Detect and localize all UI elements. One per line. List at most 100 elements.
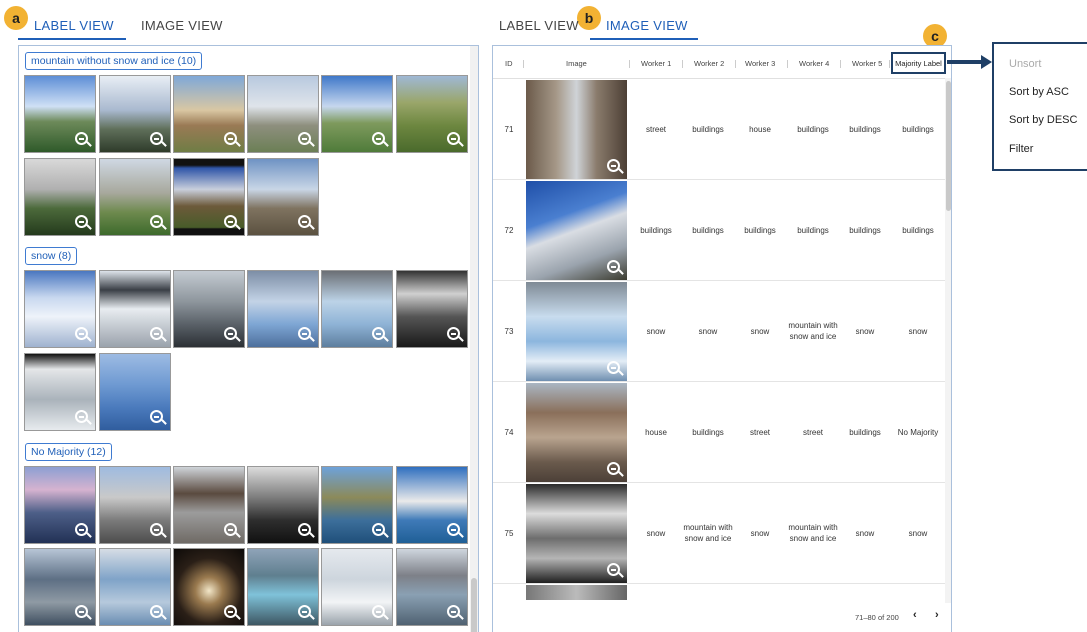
group-chip-snow[interactable]: snow (8) [25, 247, 78, 265]
gallery-scrollbar[interactable] [470, 46, 478, 632]
gallery-image[interactable] [24, 466, 96, 544]
gallery-image[interactable] [99, 158, 171, 236]
header-worker-1[interactable]: Worker 1 [641, 59, 671, 68]
zoom-icon[interactable] [75, 132, 88, 145]
zoom-icon[interactable] [607, 260, 620, 273]
group-chip-no-majority[interactable]: No Majority (12) [25, 443, 112, 461]
gallery-image[interactable] [321, 548, 393, 626]
header-id[interactable]: ID [505, 59, 513, 68]
zoom-icon[interactable] [607, 563, 620, 576]
gallery-image[interactable] [173, 75, 245, 153]
header-majority-label[interactable]: Majority Label [891, 52, 946, 74]
header-image[interactable]: Image [566, 59, 587, 68]
zoom-icon[interactable] [607, 159, 620, 172]
gallery-image[interactable] [99, 75, 171, 153]
zoom-icon[interactable] [372, 605, 385, 618]
row-image[interactable] [526, 484, 627, 583]
tab-image-view-right[interactable]: IMAGE VIEW [606, 18, 688, 33]
prev-page-button[interactable]: ‹ [913, 609, 917, 621]
zoom-icon[interactable] [298, 132, 311, 145]
zoom-icon[interactable] [75, 410, 88, 423]
header-worker-3[interactable]: Worker 3 [745, 59, 775, 68]
zoom-icon[interactable] [607, 462, 620, 475]
table-scrollbar[interactable] [945, 78, 951, 603]
table-row[interactable]: 74 house buildings street street buildin… [493, 382, 945, 483]
gallery-image[interactable] [247, 548, 319, 626]
gallery-image[interactable] [247, 75, 319, 153]
gallery-image[interactable] [247, 270, 319, 348]
gallery-image[interactable] [24, 75, 96, 153]
zoom-icon[interactable] [224, 132, 237, 145]
row-image[interactable] [526, 383, 627, 482]
cell-worker-4: mountain with snow and ice [788, 523, 838, 543]
zoom-icon[interactable] [298, 523, 311, 536]
zoom-icon[interactable] [298, 327, 311, 340]
table-row[interactable]: 75 snow mountain with snow and ice snow … [493, 483, 945, 584]
zoom-icon[interactable] [224, 215, 237, 228]
tab-label-view-left[interactable]: LABEL VIEW [34, 18, 114, 33]
zoom-icon[interactable] [150, 215, 163, 228]
gallery-image[interactable] [24, 353, 96, 431]
zoom-icon[interactable] [298, 605, 311, 618]
menu-item-filter[interactable]: Filter [1009, 143, 1033, 155]
header-worker-4[interactable]: Worker 4 [799, 59, 829, 68]
gallery-image[interactable] [247, 466, 319, 544]
row-image[interactable] [526, 282, 627, 381]
zoom-icon[interactable] [75, 215, 88, 228]
gallery-image[interactable] [396, 548, 468, 626]
zoom-icon[interactable] [372, 523, 385, 536]
menu-item-sort-asc[interactable]: Sort by ASC [1009, 86, 1069, 98]
zoom-icon[interactable] [224, 605, 237, 618]
next-page-button[interactable]: › [935, 609, 939, 621]
zoom-icon[interactable] [298, 215, 311, 228]
zoom-icon[interactable] [75, 523, 88, 536]
header-worker-2[interactable]: Worker 2 [694, 59, 724, 68]
zoom-icon[interactable] [224, 327, 237, 340]
table-row[interactable]: 73 snow snow snow mountain with snow and… [493, 281, 945, 382]
zoom-icon[interactable] [372, 327, 385, 340]
table-row[interactable]: 72 buildings buildings buildings buildin… [493, 180, 945, 281]
gallery-image[interactable] [99, 270, 171, 348]
menu-item-sort-desc[interactable]: Sort by DESC [1009, 114, 1077, 126]
gallery-image[interactable] [173, 548, 245, 626]
zoom-icon[interactable] [150, 327, 163, 340]
group-chip-mountain[interactable]: mountain without snow and ice (10) [25, 52, 203, 70]
gallery-image[interactable] [396, 270, 468, 348]
menu-item-unsort[interactable]: Unsort [1009, 58, 1041, 70]
zoom-icon[interactable] [447, 132, 460, 145]
zoom-icon[interactable] [75, 605, 88, 618]
zoom-icon[interactable] [447, 523, 460, 536]
tab-image-view-left[interactable]: IMAGE VIEW [141, 18, 223, 33]
zoom-icon[interactable] [150, 132, 163, 145]
gallery-image[interactable] [99, 353, 171, 431]
header-worker-5[interactable]: Worker 5 [852, 59, 882, 68]
gallery-image[interactable] [321, 466, 393, 544]
gallery-image[interactable] [99, 548, 171, 626]
zoom-icon[interactable] [607, 361, 620, 374]
zoom-icon[interactable] [75, 327, 88, 340]
gallery-image[interactable] [173, 270, 245, 348]
zoom-icon[interactable] [150, 523, 163, 536]
zoom-icon[interactable] [150, 410, 163, 423]
zoom-icon[interactable] [150, 605, 163, 618]
gallery-image[interactable] [24, 158, 96, 236]
tab-label-view-right[interactable]: LABEL VIEW [499, 18, 579, 33]
gallery-image[interactable] [396, 75, 468, 153]
gallery-image[interactable] [24, 548, 96, 626]
zoom-icon[interactable] [224, 523, 237, 536]
gallery-image[interactable] [99, 466, 171, 544]
gallery-image[interactable] [173, 466, 245, 544]
row-image[interactable] [526, 181, 627, 280]
table-row[interactable]: 71 street buildings house buildings buil… [493, 79, 945, 180]
gallery-image[interactable] [396, 466, 468, 544]
gallery-image[interactable] [173, 158, 245, 236]
gallery-image[interactable] [24, 270, 96, 348]
gallery-image[interactable] [321, 75, 393, 153]
gallery-image[interactable] [247, 158, 319, 236]
gallery-image[interactable] [321, 270, 393, 348]
zoom-icon[interactable] [447, 327, 460, 340]
zoom-icon[interactable] [372, 132, 385, 145]
cell-worker-5: buildings [849, 124, 881, 134]
row-image[interactable] [526, 80, 627, 179]
zoom-icon[interactable] [447, 605, 460, 618]
